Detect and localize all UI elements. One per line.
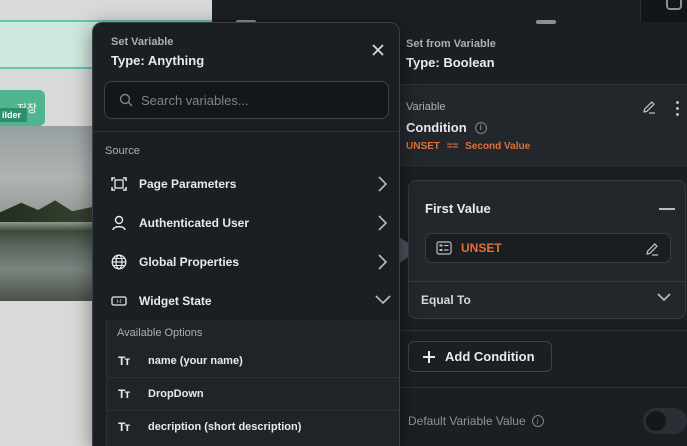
drag-handle-right[interactable]: [536, 20, 556, 24]
search-icon: [119, 93, 133, 107]
default-variable-label: Default Variable Value: [408, 414, 526, 428]
add-condition-label: Add Condition: [445, 349, 535, 364]
option-item[interactable]: Tт decription (short description): [107, 410, 399, 443]
option-item[interactable]: Tт name (your name): [107, 344, 399, 377]
source-widget-state[interactable]: I-I Widget State: [111, 291, 391, 311]
user-icon: [112, 215, 126, 231]
default-variable-value: Default Variable Value i: [408, 414, 544, 428]
text-type-icon: Tт: [118, 387, 130, 401]
expression-right: Second Value: [465, 141, 531, 152]
expression-operator: ==: [446, 141, 459, 152]
popup-subtitle: Set Variable: [111, 36, 174, 48]
source-authenticated-user[interactable]: Authenticated User: [111, 213, 387, 233]
svg-text:I-I: I-I: [116, 299, 122, 305]
set-from-variable-type: Type: Boolean: [406, 55, 495, 70]
chevron-down-icon: [375, 295, 391, 305]
variable-name-text: Condition: [406, 120, 467, 135]
text-type-icon: Tт: [118, 420, 130, 434]
option-item[interactable]: Tт DropDown: [107, 377, 399, 410]
option-label: decription (short description): [148, 421, 302, 433]
plus-icon: [423, 350, 435, 363]
top-toolbar-button[interactable]: [640, 0, 687, 22]
page-parameters-icon: [111, 177, 127, 191]
variable-expression: UNSET == Second Value: [406, 141, 530, 152]
section-divider: [400, 330, 687, 331]
section-divider: [400, 387, 687, 388]
popup-divider: [93, 131, 399, 132]
info-icon[interactable]: i: [474, 121, 487, 134]
square-icon: [666, 0, 682, 10]
variable-label: Variable: [406, 101, 446, 113]
option-label: name (your name): [148, 354, 243, 367]
set-from-variable-header: Set from Variable Type: Boolean: [406, 38, 496, 70]
default-value-toggle[interactable]: [643, 408, 687, 434]
info-icon[interactable]: i: [531, 415, 544, 427]
edit-pencil-icon[interactable]: [644, 241, 660, 257]
available-options-label: Available Options: [117, 327, 203, 339]
chevron-down-icon[interactable]: [657, 292, 671, 302]
set-variable-popup: Set Variable Type: Anything Search varia…: [92, 22, 400, 446]
text-type-icon: Tт: [118, 353, 130, 368]
collapse-minus-icon[interactable]: [659, 208, 675, 210]
variable-block[interactable]: Variable Condition i UNSET == Second Val…: [400, 84, 687, 166]
builder-tag: ilder: [0, 108, 28, 122]
close-icon[interactable]: [371, 43, 385, 57]
source-global-properties[interactable]: Global Properties: [111, 252, 387, 272]
source-label-text: Global Properties: [139, 255, 240, 269]
option-label: DropDown: [148, 388, 204, 400]
globe-icon: [111, 254, 127, 270]
expression-left: UNSET: [406, 141, 440, 152]
variable-name: Condition i: [406, 120, 487, 135]
source-label: Source: [105, 145, 140, 157]
source-page-parameters[interactable]: Page Parameters: [111, 174, 387, 194]
source-label-text: Widget State: [139, 294, 212, 308]
comparator-label[interactable]: Equal To: [421, 293, 471, 307]
widget-state-icon: I-I: [111, 296, 127, 306]
source-label-text: Authenticated User: [139, 216, 250, 230]
set-from-variable-label: Set from Variable: [406, 38, 496, 50]
available-options: Available Options Tт name (your name) Tт…: [106, 320, 399, 446]
chevron-right-icon: [378, 215, 387, 231]
popup-type-title: Type: Anything: [111, 53, 205, 68]
first-value-label: First Value: [425, 201, 491, 216]
search-input[interactable]: Search variables...: [104, 81, 389, 119]
first-value-selector[interactable]: UNSET: [425, 233, 671, 263]
card-divider: [409, 281, 685, 282]
first-value-card: First Value UNSET Equal To: [408, 180, 686, 319]
popup-header: Set Variable Type: Anything: [111, 36, 204, 68]
add-condition-button[interactable]: Add Condition: [408, 341, 552, 372]
source-label-text: Page Parameters: [139, 177, 237, 191]
toggle-knob: [646, 411, 666, 431]
more-options-icon[interactable]: [676, 101, 680, 119]
variable-list-icon: [436, 241, 452, 255]
first-value-text: UNSET: [461, 241, 502, 255]
search-placeholder: Search variables...: [141, 92, 249, 108]
edit-pencil-icon[interactable]: [641, 99, 657, 115]
chevron-right-icon: [378, 176, 387, 192]
chevron-right-icon: [378, 254, 387, 270]
